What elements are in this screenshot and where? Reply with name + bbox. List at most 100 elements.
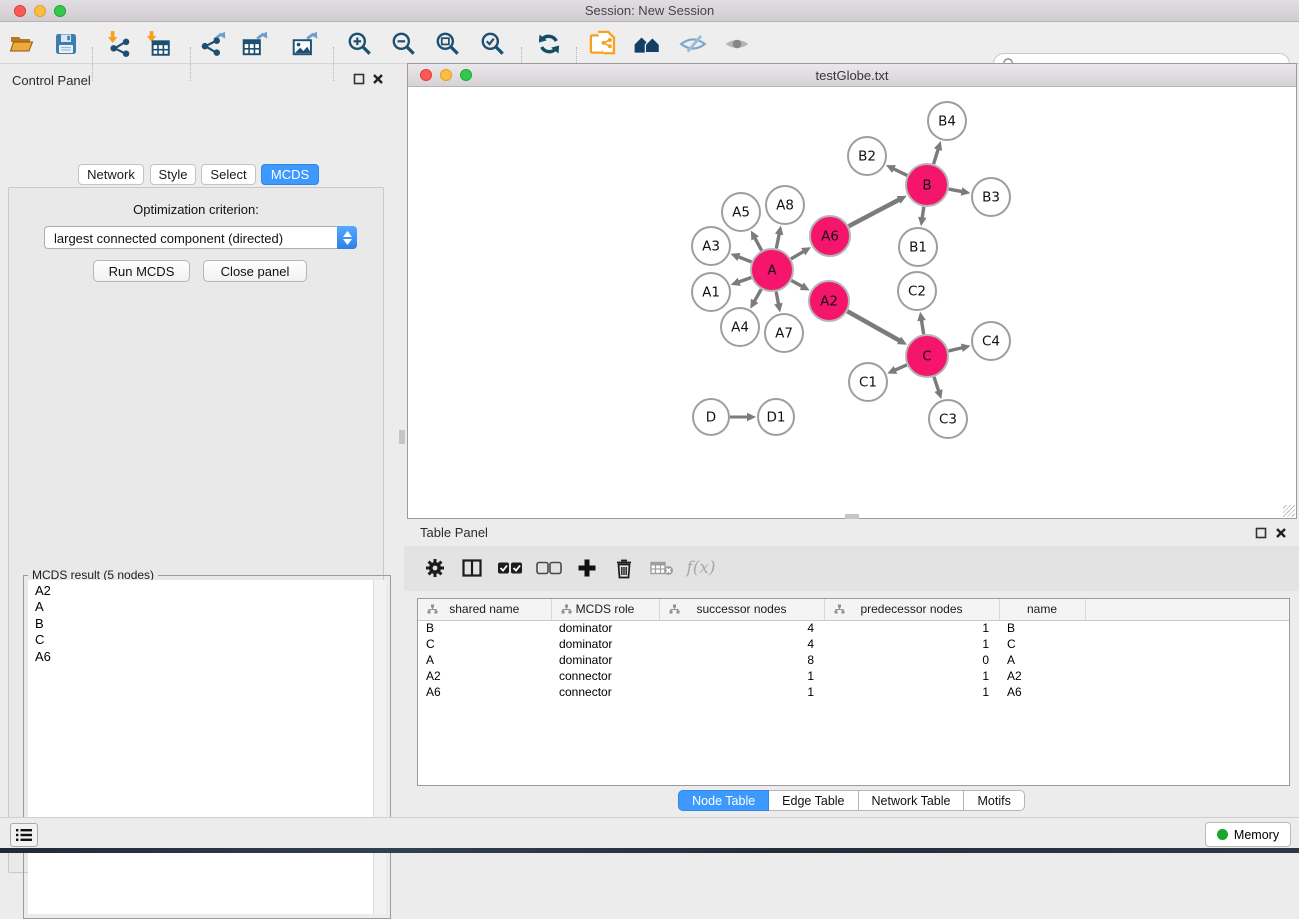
table-row[interactable]: A6connector11A6 — [418, 684, 1289, 700]
node-label-A7: A7 — [775, 326, 793, 342]
column-header-name[interactable]: name — [999, 599, 1085, 620]
mcds-result-item[interactable]: A — [35, 599, 386, 615]
plus-icon — [577, 558, 597, 578]
memory-button[interactable]: Memory — [1205, 822, 1291, 847]
mcds-result-item[interactable]: A2 — [35, 583, 386, 599]
column-header-successor-nodes[interactable]: successor nodes — [659, 599, 824, 620]
tab-select[interactable]: Select — [201, 164, 256, 185]
close-panel-icon[interactable] — [372, 73, 384, 85]
deselect-all-button[interactable] — [532, 551, 566, 585]
node-label-B: B — [922, 178, 931, 194]
edge-A-A8[interactable] — [776, 233, 779, 248]
network-window-title: testGlobe.txt — [408, 68, 1296, 83]
edge-A6-B[interactable] — [849, 199, 900, 226]
edge-A-A5[interactable] — [755, 238, 762, 251]
mcds-result-item[interactable]: C — [35, 632, 386, 648]
clone-network-button[interactable] — [585, 26, 621, 62]
export-table-button[interactable] — [237, 26, 273, 62]
save-session-button[interactable] — [48, 26, 84, 62]
tab-edge-table[interactable]: Edge Table — [769, 790, 858, 811]
zoom-fit-button[interactable] — [430, 26, 466, 62]
column-header-shared-name[interactable]: shared name — [418, 599, 551, 620]
control-panel-header: Control Panel — [0, 70, 392, 90]
open-file-button[interactable] — [4, 26, 40, 62]
add-column-button[interactable] — [570, 551, 604, 585]
vertical-splitter-handle[interactable] — [399, 430, 405, 444]
dropdown-stepper-icon — [337, 226, 357, 249]
table-row[interactable]: Adominator80A — [418, 652, 1289, 668]
edge-B-B4[interactable] — [934, 149, 939, 164]
edge-B-B2[interactable] — [893, 169, 907, 176]
criterion-dropdown[interactable]: largest connected component (directed) — [44, 226, 357, 249]
export-network-button[interactable] — [195, 26, 231, 62]
column-header-mcds-role[interactable]: MCDS role — [551, 599, 659, 620]
table-cell: 1 — [824, 636, 999, 652]
edge-C-C2[interactable] — [921, 320, 923, 335]
float-panel-icon[interactable] — [353, 73, 365, 85]
import-network-button[interactable] — [100, 26, 136, 62]
table-header-row[interactable]: shared nameMCDS rolesuccessor nodesprede… — [418, 599, 1289, 620]
edge-C-C3[interactable] — [934, 377, 939, 392]
delete-column-button[interactable] — [607, 551, 641, 585]
show-annotations-button[interactable] — [719, 26, 755, 62]
home-view-button[interactable] — [629, 26, 665, 62]
edge-A-A1[interactable] — [738, 277, 751, 282]
table-settings-button[interactable] — [418, 551, 452, 585]
edge-A-A3[interactable] — [738, 257, 752, 262]
zoom-selected-button[interactable] — [475, 26, 511, 62]
edge-B-B1[interactable] — [922, 207, 924, 219]
edge-A2-C[interactable] — [847, 311, 900, 341]
edge-A-A2[interactable] — [791, 281, 802, 287]
network-canvas[interactable]: AA1A2A3A4A5A6A7A8BB1B2B3B4CC1C2C3C4DD1 — [408, 87, 1296, 518]
mcds-result-item[interactable]: B — [35, 616, 386, 632]
zoom-out-button[interactable] — [386, 26, 422, 62]
mcds-list-scrollbar[interactable] — [373, 580, 386, 914]
edge-A-A6[interactable] — [791, 251, 804, 259]
tab-node-table[interactable]: Node Table — [678, 790, 769, 811]
zoom-in-icon — [346, 30, 374, 58]
hide-annotations-button[interactable] — [675, 26, 711, 62]
column-browser-button[interactable] — [455, 551, 489, 585]
zoom-in-button[interactable] — [342, 26, 378, 62]
network-view-window: testGlobe.txt AA1A2A3A4A5A6A7A8BB1B2B3B4… — [407, 63, 1297, 519]
export-image-button[interactable] — [287, 26, 323, 62]
import-table-icon — [144, 30, 172, 58]
table-body[interactable]: Bdominator41BCdominator41CAdominator80AA… — [418, 620, 1289, 700]
select-all-button[interactable] — [493, 551, 527, 585]
run-mcds-button[interactable]: Run MCDS — [93, 260, 190, 282]
refresh-button[interactable] — [531, 26, 567, 62]
edge-A-A7[interactable] — [776, 292, 778, 305]
tab-motifs[interactable]: Motifs — [964, 790, 1024, 811]
control-panel-title: Control Panel — [12, 73, 91, 88]
tab-mcds[interactable]: MCDS — [261, 164, 319, 185]
edge-C-C4[interactable] — [948, 348, 962, 351]
node-label-B2: B2 — [858, 149, 876, 165]
application-window: Session: New Session — [0, 0, 1299, 853]
list-icon — [15, 827, 33, 843]
task-history-button[interactable] — [10, 823, 38, 847]
horizontal-splitter-handle[interactable] — [845, 514, 859, 519]
table-cell: 1 — [824, 620, 999, 636]
app-titlebar: Session: New Session — [0, 0, 1299, 22]
edge-A-A4[interactable] — [754, 289, 761, 302]
close-table-panel-icon[interactable] — [1275, 527, 1287, 539]
mcds-result-list[interactable]: A2ABCA6 — [28, 580, 386, 914]
table-row[interactable]: Cdominator41C — [418, 636, 1289, 652]
column-header-predecessor-nodes[interactable]: predecessor nodes — [824, 599, 999, 620]
table-row[interactable]: Bdominator41B — [418, 620, 1289, 636]
edge-B-B3[interactable] — [949, 189, 963, 192]
tab-style[interactable]: Style — [150, 164, 196, 185]
attribute-icon — [669, 604, 680, 614]
mcds-result-item[interactable]: A6 — [35, 649, 386, 665]
tab-network-table[interactable]: Network Table — [859, 790, 965, 811]
table-row[interactable]: A2connector11A2 — [418, 668, 1289, 684]
import-table-button[interactable] — [140, 26, 176, 62]
edge-C-C1[interactable] — [895, 365, 907, 370]
float-table-panel-icon[interactable] — [1255, 527, 1267, 539]
resize-grip[interactable] — [1283, 505, 1295, 517]
fx-icon: f(x) — [686, 558, 715, 578]
close-panel-button[interactable]: Close panel — [203, 260, 307, 282]
network-graph[interactable]: AA1A2A3A4A5A6A7A8BB1B2B3B4CC1C2C3C4DD1 — [408, 87, 1296, 518]
export-image-icon — [291, 30, 319, 58]
tab-network[interactable]: Network — [78, 164, 144, 185]
